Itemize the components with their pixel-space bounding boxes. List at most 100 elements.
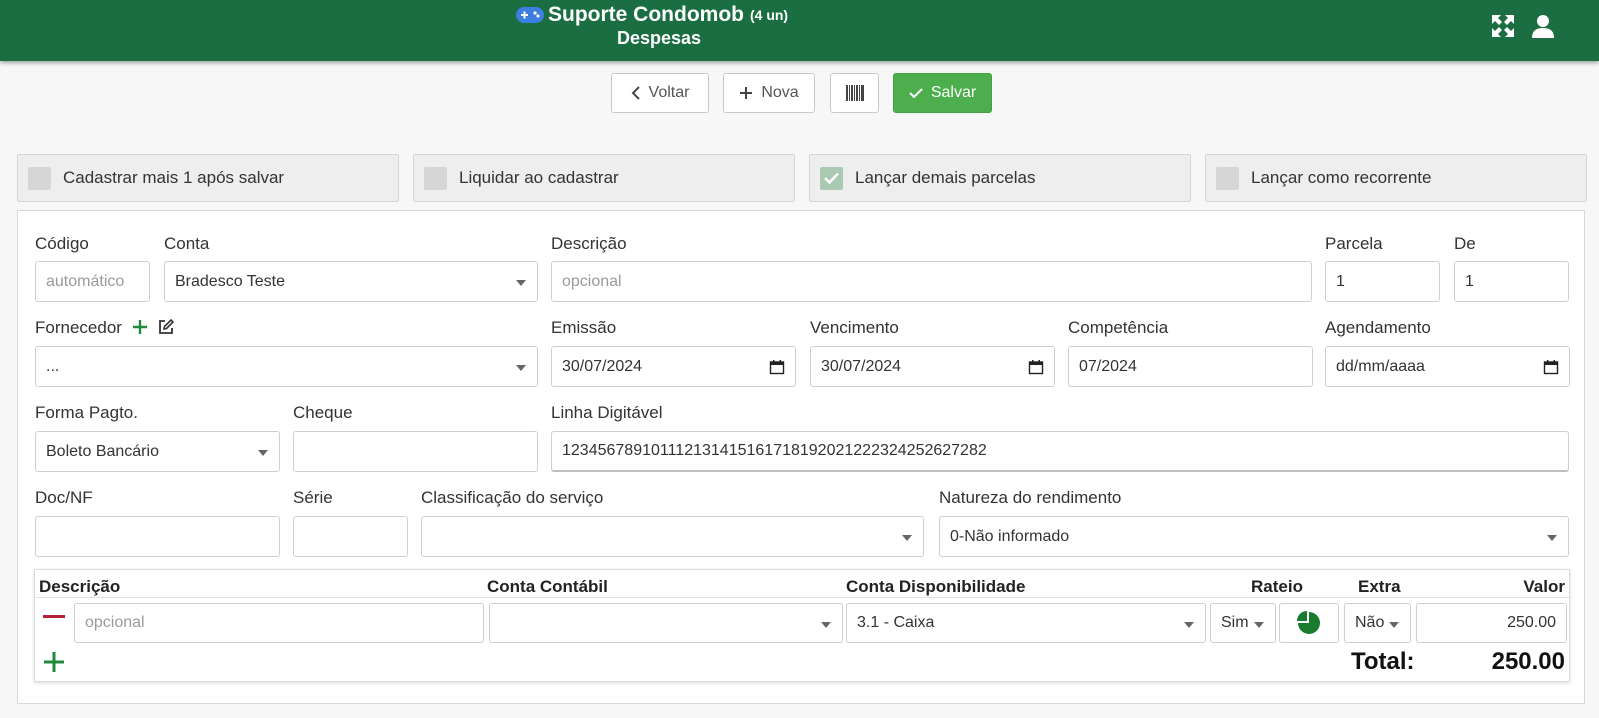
grid-divider — [35, 597, 1571, 598]
page-title: Despesas — [617, 28, 702, 48]
row-descricao-input[interactable] — [74, 603, 484, 643]
check-icon — [909, 88, 923, 99]
option-liquidar[interactable]: Liquidar ao cadastrar — [413, 154, 795, 202]
parcela-label: Parcela — [1325, 234, 1383, 253]
cheque-input[interactable] — [293, 431, 538, 472]
parcela-input[interactable] — [1325, 261, 1440, 302]
option-recorrente[interactable]: Lançar como recorrente — [1205, 154, 1587, 202]
checkbox[interactable] — [28, 166, 51, 190]
total-value: 250.00 — [1491, 648, 1565, 675]
row-valor-input[interactable]: 250.00 — [1416, 603, 1567, 643]
row-conta-disponibilidade-value: 3.1 - Caixa — [857, 614, 935, 631]
conta-select[interactable]: Bradesco Teste — [164, 261, 538, 302]
codigo-label: Código — [35, 234, 89, 253]
edit-icon[interactable] — [157, 318, 175, 336]
top-bar: Suporte Condomob (4 un) Despesas — [0, 0, 1599, 61]
brand: Suporte Condomob (4 un) — [516, 2, 788, 28]
linha-digitavel-value: 1234567891011121314151617181920212223242… — [562, 442, 987, 459]
check-icon — [824, 172, 839, 184]
emissao-date[interactable]: 30/07/2024 — [551, 346, 796, 387]
calendar-icon[interactable] — [1543, 359, 1559, 375]
competencia-label: Competência — [1068, 318, 1169, 337]
col-extra: Extra — [1358, 577, 1401, 596]
doc-nf-input[interactable] — [35, 516, 280, 557]
option-cadastrar-mais[interactable]: Cadastrar mais 1 após salvar — [17, 154, 399, 202]
add-supplier-icon[interactable] — [131, 318, 149, 336]
back-label: Voltar — [648, 84, 690, 101]
calendar-icon[interactable] — [769, 359, 785, 375]
fornecedor-select[interactable]: ... — [35, 346, 538, 387]
row-valor-value: 250.00 — [1507, 614, 1556, 631]
emissao-label: Emissão — [551, 318, 617, 337]
natureza-label: Natureza do rendimento — [939, 488, 1122, 507]
conta-value: Bradesco Teste — [175, 272, 285, 290]
back-button[interactable]: Voltar — [611, 73, 709, 113]
barcode-button[interactable] — [830, 73, 879, 113]
classificacao-select[interactable] — [421, 516, 924, 557]
col-conta-contabil: Conta Contábil — [487, 577, 608, 596]
linha-digitavel-input[interactable]: 1234567891011121314151617181920212223242… — [551, 431, 1569, 472]
col-rateio: Rateio — [1251, 577, 1303, 596]
items-grid: Descrição Conta Contábil Conta Disponibi… — [34, 569, 1571, 682]
row-extra-value: Não — [1355, 614, 1385, 631]
option-label: Lançar demais parcelas — [855, 168, 1036, 187]
calendar-icon[interactable] — [1028, 359, 1044, 375]
emissao-value: 30/07/2024 — [562, 357, 643, 375]
save-button[interactable]: Salvar — [893, 73, 992, 113]
app-name: Suporte Condomob — [548, 3, 744, 26]
serie-label: Série — [293, 488, 333, 507]
checkbox[interactable] — [424, 166, 447, 190]
de-input[interactable] — [1454, 261, 1569, 302]
add-row-icon[interactable] — [43, 651, 65, 673]
vencimento-value: 30/07/2024 — [821, 357, 902, 375]
vencimento-label: Vencimento — [810, 318, 899, 337]
user-icon[interactable] — [1530, 13, 1556, 39]
col-conta-disponibilidade: Conta Disponibilidade — [846, 577, 1026, 596]
forma-pagto-value: Boleto Bancário — [46, 442, 159, 460]
chevron-left-icon — [631, 86, 640, 100]
forma-pagto-label: Forma Pagto. — [35, 403, 138, 422]
option-lancar-parcelas[interactable]: Lançar demais parcelas — [809, 154, 1191, 202]
classificacao-label: Classificação do serviço — [421, 488, 604, 507]
barcode-icon — [845, 85, 864, 101]
agendamento-date[interactable]: dd/mm/aaaa — [1325, 346, 1570, 387]
vencimento-date[interactable]: 30/07/2024 — [810, 346, 1055, 387]
fornecedor-label: Fornecedor — [35, 318, 122, 337]
conta-label: Conta — [164, 234, 210, 253]
descricao-input[interactable] — [551, 261, 1312, 302]
rateio-chart-button[interactable] — [1279, 603, 1339, 643]
row-conta-disponibilidade-select[interactable]: 3.1 - Caixa — [846, 603, 1206, 643]
units-count: (4 un) — [749, 7, 789, 23]
fornecedor-value: ... — [46, 357, 60, 375]
competencia-input[interactable] — [1068, 346, 1313, 387]
checkbox[interactable] — [1216, 166, 1239, 190]
plus-icon — [740, 87, 753, 99]
forma-pagto-select[interactable]: Boleto Bancário — [35, 431, 280, 472]
linha-digitavel-label: Linha Digitável — [551, 403, 663, 422]
serie-input[interactable] — [293, 516, 408, 557]
agendamento-label: Agendamento — [1325, 318, 1431, 337]
codigo-input[interactable] — [35, 261, 150, 302]
descricao-label: Descrição — [551, 234, 627, 253]
save-label: Salvar — [930, 84, 977, 101]
row-rateio-value: Sim — [1221, 614, 1249, 631]
pie-chart-icon — [1297, 611, 1320, 634]
de-label: De — [1454, 234, 1476, 253]
option-label: Lançar como recorrente — [1251, 168, 1432, 187]
natureza-select[interactable]: 0-Não informado — [939, 516, 1569, 557]
cheque-label: Cheque — [293, 403, 353, 422]
row-extra-select[interactable]: Não — [1344, 603, 1411, 643]
gamepad-icon — [516, 7, 544, 23]
fullscreen-icon[interactable] — [1490, 13, 1516, 39]
row-conta-contabil-select[interactable] — [489, 603, 843, 643]
option-label: Cadastrar mais 1 após salvar — [63, 168, 285, 187]
agendamento-placeholder: dd/mm/aaaa — [1336, 357, 1425, 375]
checkbox-checked[interactable] — [820, 166, 843, 190]
row-rateio-select[interactable]: Sim — [1210, 603, 1276, 643]
doc-nf-label: Doc/NF — [35, 488, 93, 507]
remove-row-icon[interactable] — [43, 615, 65, 619]
new-label: Nova — [761, 84, 799, 101]
natureza-value: 0-Não informado — [950, 527, 1070, 545]
col-descricao: Descrição — [39, 577, 121, 596]
new-button[interactable]: Nova — [723, 73, 815, 113]
